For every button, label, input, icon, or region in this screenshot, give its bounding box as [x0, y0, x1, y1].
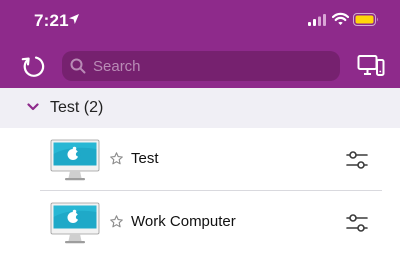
wifi-icon — [332, 12, 349, 25]
refresh-icon[interactable] — [20, 54, 46, 80]
settings-sliders-icon[interactable] — [346, 212, 368, 234]
status-bar: 7:21 — [0, 0, 400, 40]
app-header: 7:21 Search — [0, 0, 400, 88]
toolbar: Search — [0, 48, 400, 84]
star-icon[interactable] — [110, 215, 123, 228]
device-name: Work Computer — [131, 213, 236, 230]
location-arrow-icon — [69, 14, 79, 24]
device-list: Test Work Computer — [0, 128, 400, 256]
group-title: Test (2) — [50, 99, 104, 116]
device-name: Test — [131, 150, 159, 167]
chevron-down-icon[interactable] — [27, 102, 39, 112]
list-item[interactable]: Test — [0, 128, 400, 191]
group-header-test[interactable]: Test (2) — [0, 90, 400, 128]
status-time: 7:21 — [34, 11, 69, 30]
settings-sliders-icon[interactable] — [346, 149, 368, 171]
search-placeholder: Search — [93, 58, 141, 75]
imac-icon — [50, 139, 100, 181]
signal-icon — [308, 14, 326, 26]
list-item[interactable]: Work Computer — [0, 191, 400, 253]
battery-icon — [353, 13, 378, 26]
star-icon[interactable] — [110, 152, 123, 165]
screens-icon[interactable] — [357, 54, 385, 78]
search-icon — [70, 58, 86, 74]
imac-icon — [50, 202, 100, 244]
search-input[interactable]: Search — [62, 51, 340, 81]
